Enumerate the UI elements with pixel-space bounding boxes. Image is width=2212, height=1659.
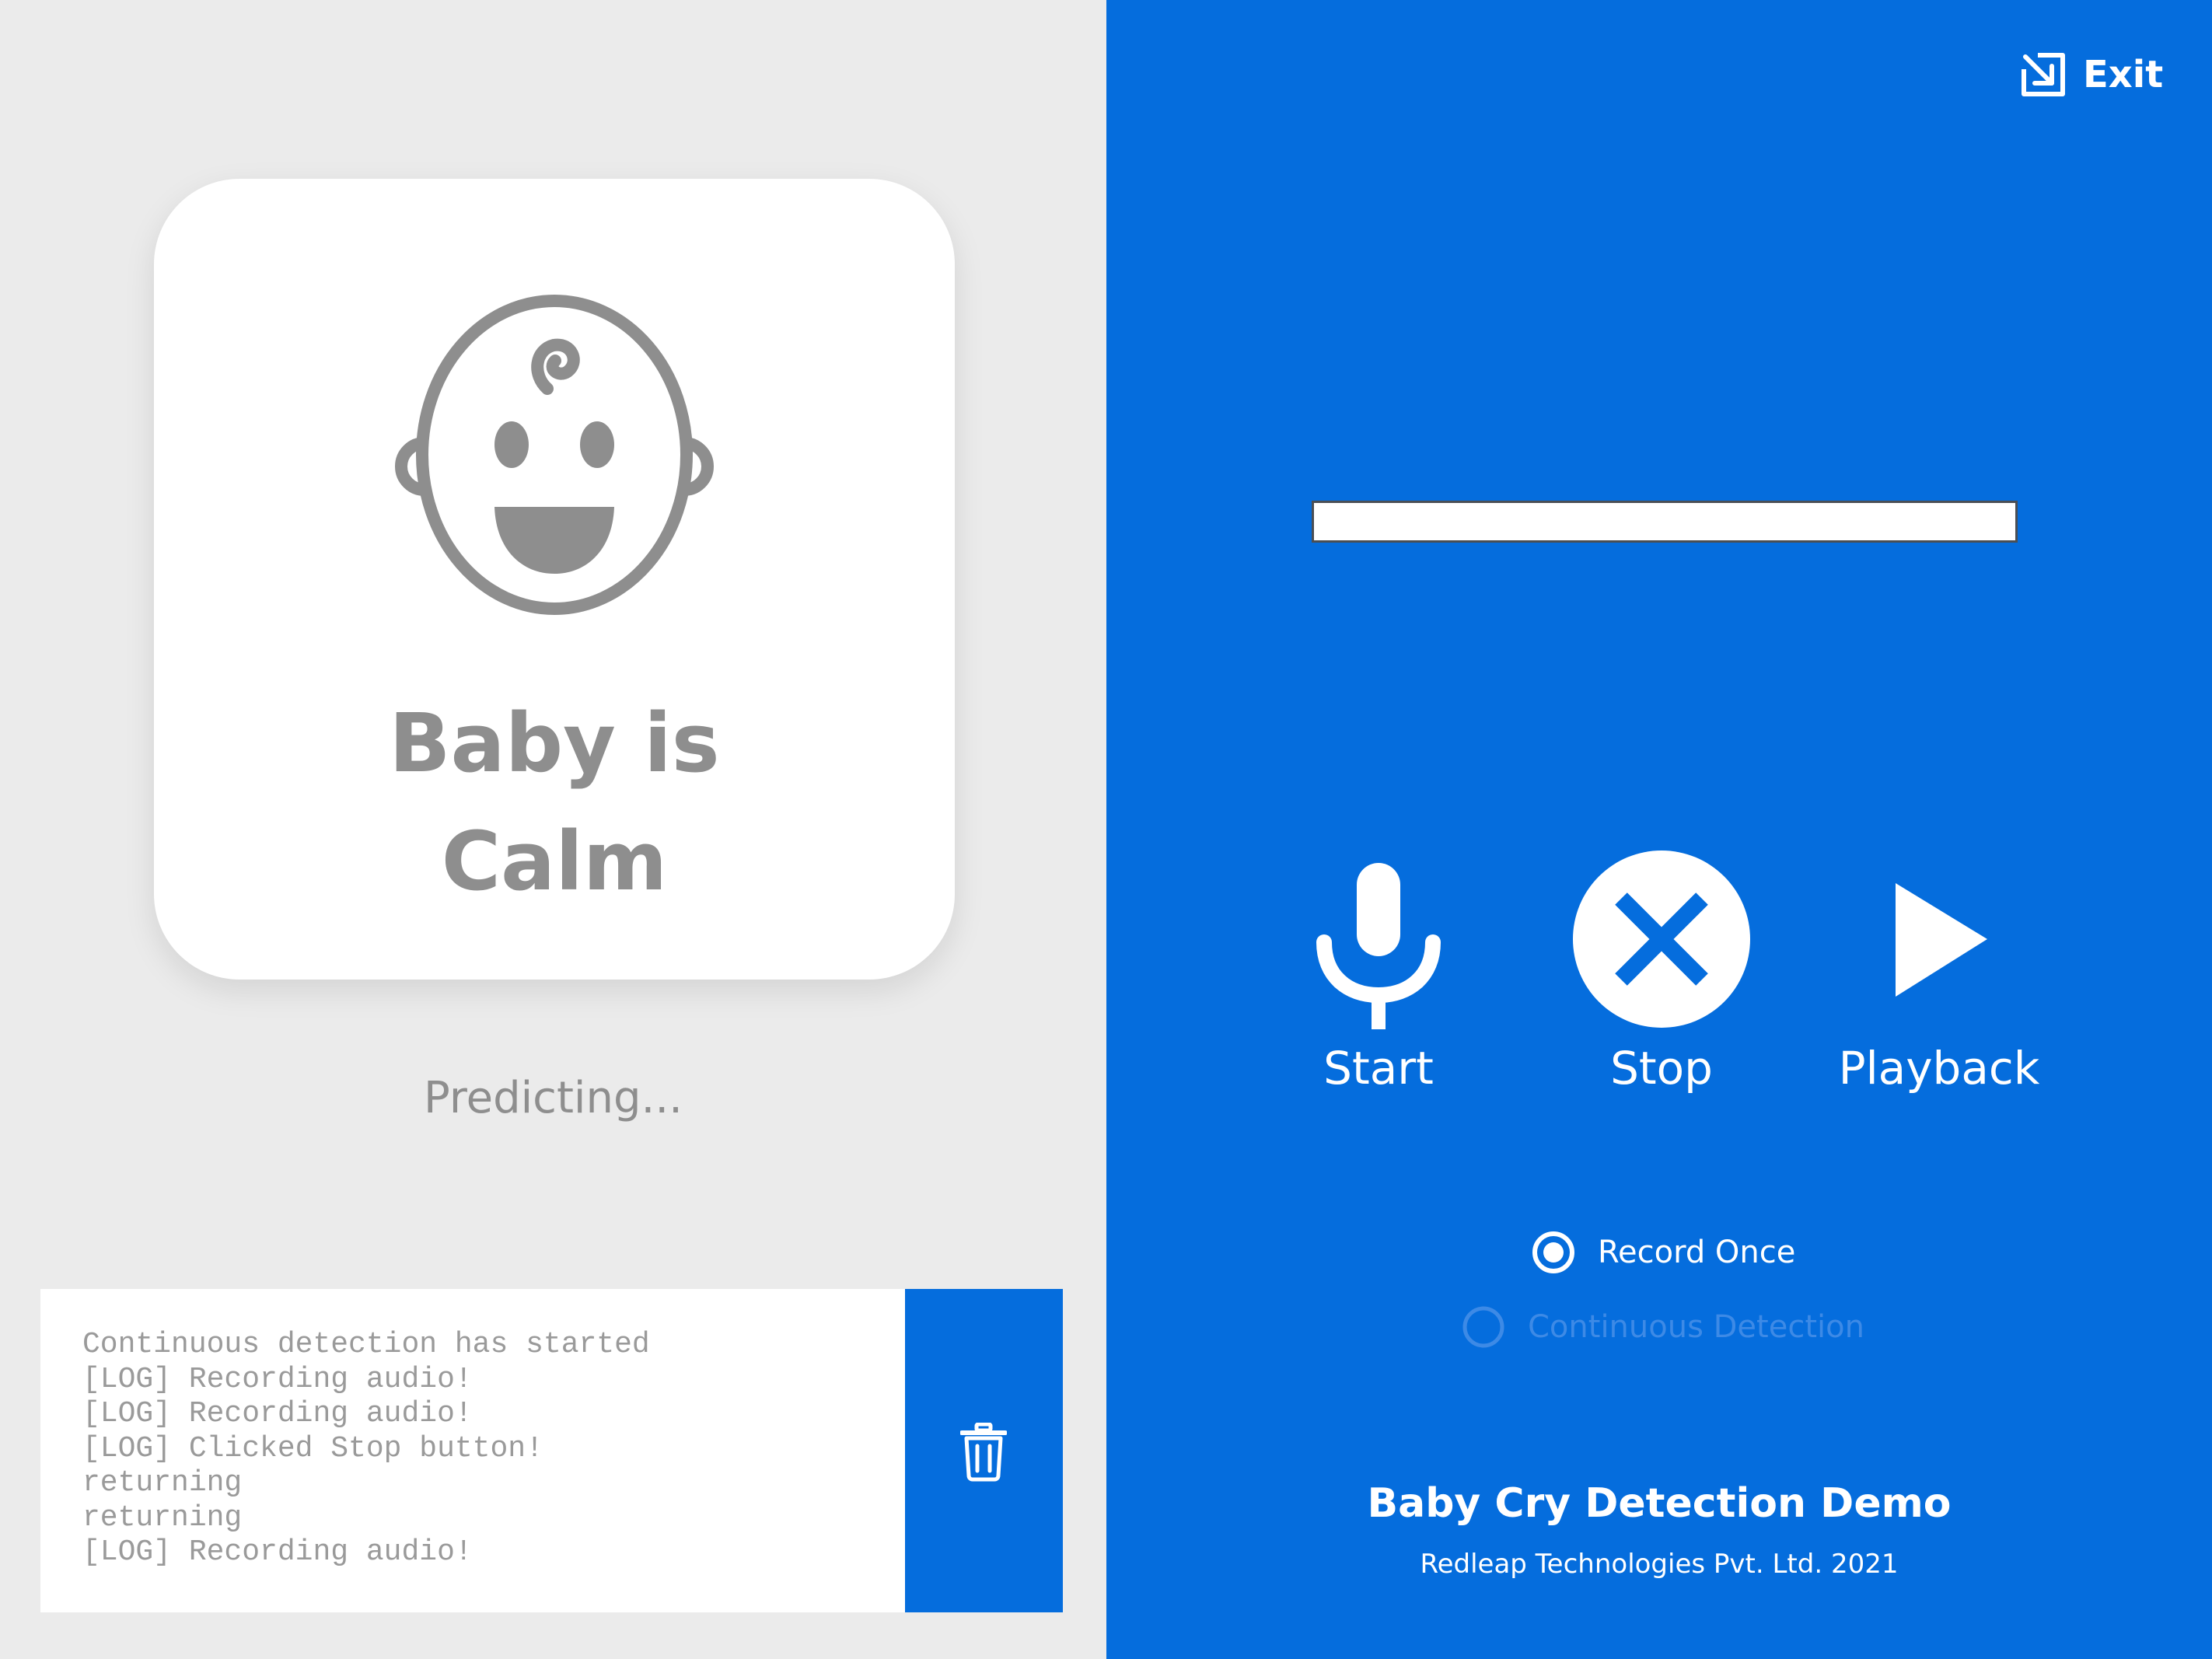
exit-button[interactable]: Exit [2021, 51, 2163, 98]
stop-button[interactable]: Stop [1545, 847, 1778, 1112]
log-line: [LOG] Recording audio! [82, 1397, 473, 1430]
log-line: Continuous detection has started [82, 1328, 650, 1361]
app-title: Baby Cry Detection Demo [1367, 1480, 1952, 1527]
clear-log-button[interactable] [905, 1289, 1063, 1612]
app-root: Baby is Calm Predicting... Continuous de… [0, 0, 2212, 1659]
playback-label: Playback [1838, 1042, 2040, 1095]
audio-progress-bar [1312, 501, 2018, 543]
microphone-icon [1316, 863, 1441, 1029]
radio-continuous-detection[interactable]: Continuous Detection [1461, 1304, 1864, 1350]
log-output: Continuous detection has started [LOG] R… [40, 1289, 905, 1612]
play-icon [1896, 883, 1987, 997]
stop-label: Stop [1610, 1042, 1713, 1095]
radio-record-once[interactable]: Record Once [1531, 1230, 1795, 1275]
status-card: Baby is Calm [154, 179, 955, 980]
radio-label-record-once: Record Once [1598, 1235, 1796, 1270]
radio-selected-icon [1532, 1231, 1574, 1273]
baby-face-icon [395, 295, 714, 615]
log-line: returning [82, 1500, 243, 1535]
log-line: [LOG] Clicked Stop button! [82, 1431, 543, 1465]
exit-label: Exit [2083, 53, 2164, 96]
log-line: returning [82, 1466, 243, 1500]
close-circle-icon [1573, 850, 1750, 1028]
exit-icon [2022, 53, 2065, 96]
right-panel: Exit Start Stop Playback Record Once Con… [1106, 0, 2212, 1659]
predicting-status: Predicting... [424, 1073, 683, 1123]
copyright-text: Redleap Technologies Pvt. Ltd. 2021 [1420, 1549, 1899, 1580]
left-panel: Baby is Calm Predicting... Continuous de… [0, 0, 1106, 1659]
radio-label-continuous-detection: Continuous Detection [1528, 1309, 1864, 1345]
baby-status-text: Baby is Calm [389, 696, 720, 909]
log-line: [LOG] Recording audio! [82, 1535, 473, 1569]
playback-button[interactable]: Playback [1822, 847, 2056, 1112]
start-button[interactable]: Start [1262, 847, 1495, 1112]
radio-unselected-icon [1462, 1306, 1504, 1348]
log-line: [LOG] Recording audio! [82, 1362, 473, 1396]
trash-icon [960, 1423, 1007, 1482]
start-label: Start [1323, 1042, 1434, 1095]
